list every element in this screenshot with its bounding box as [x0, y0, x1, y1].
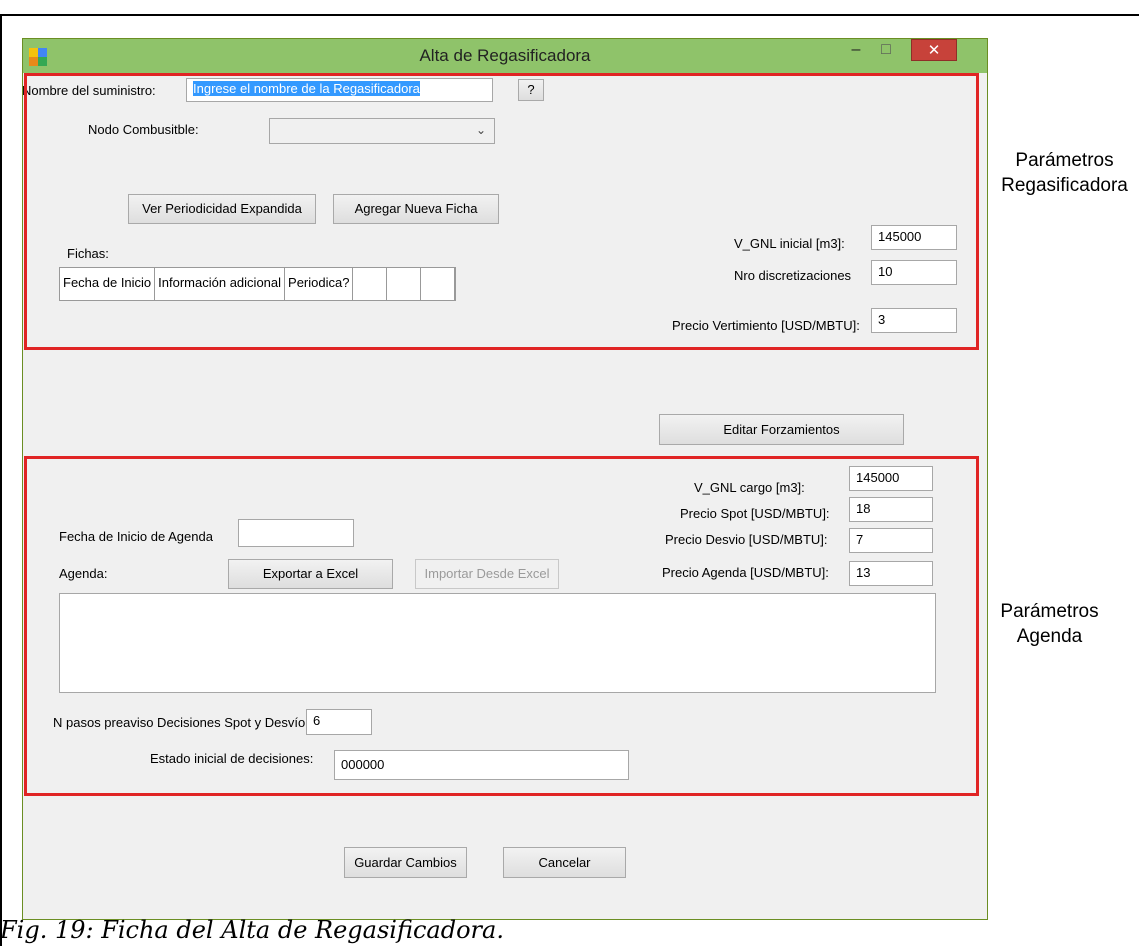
agenda-table[interactable] [59, 593, 936, 693]
figure-caption: Fig. 19: Ficha del Alta de Regasificador… [0, 916, 504, 944]
discretizations-input[interactable]: 10 [871, 260, 957, 285]
notice-steps-input[interactable]: 6 [306, 709, 372, 735]
discretizations-label: Nro discretizaciones [734, 268, 852, 283]
deviation-price-label: Precio Desvio [USD/MBTU]: [665, 532, 828, 547]
spot-price-label: Precio Spot [USD/MBTU]: [680, 506, 830, 521]
save-button[interactable]: Guardar Cambios [344, 847, 467, 878]
dialog-window: Alta de Regasificadora – □ ✕ [22, 38, 988, 920]
v-gnl-cargo-input[interactable]: 145000 [849, 466, 933, 491]
export-excel-button[interactable]: Exportar a Excel [228, 559, 393, 589]
expand-periodicity-button[interactable]: Ver Periodicidad Expandida [128, 194, 316, 224]
deviation-price-input[interactable]: 7 [849, 528, 933, 553]
v-gnl-initial-label: V_GNL inicial [m3]: [734, 236, 845, 251]
column-header[interactable]: Fecha de Inicio [60, 268, 156, 300]
initial-state-input[interactable]: 000000 [334, 750, 629, 780]
minimize-button[interactable]: – [843, 39, 869, 63]
agenda-label: Agenda: [59, 566, 108, 581]
agenda-params-annotation: Parámetros Agenda [975, 599, 1124, 649]
column-header[interactable] [387, 268, 422, 300]
node-label: Nodo Combusitble: [88, 122, 199, 137]
import-excel-button[interactable]: Importar Desde Excel [415, 559, 559, 589]
initial-state-label: Estado inicial de decisiones: [150, 751, 314, 766]
v-gnl-cargo-label: V_GNL cargo [m3]: [694, 480, 805, 495]
annotation-line: Regasificadora [1001, 175, 1128, 196]
regas-params-annotation: Parámetros Regasificadora [990, 148, 1139, 198]
column-header[interactable] [421, 268, 456, 300]
close-button[interactable]: ✕ [911, 39, 957, 61]
edit-forcings-button[interactable]: Editar Forzamientos [659, 414, 904, 445]
annotation-line: Parámetros [1015, 150, 1114, 171]
spill-price-label: Precio Vertimiento [USD/MBTU]: [672, 318, 860, 333]
cancel-button[interactable]: Cancelar [503, 847, 626, 878]
maximize-button[interactable]: □ [873, 39, 899, 63]
agenda-price-label: Precio Agenda [USD/MBTU]: [662, 565, 829, 580]
column-header[interactable] [353, 268, 388, 300]
agenda-price-input[interactable]: 13 [849, 561, 933, 586]
help-button[interactable]: ? [518, 79, 544, 101]
annotation-line: Agenda [1016, 626, 1083, 647]
title-bar[interactable]: Alta de Regasificadora – □ ✕ [23, 39, 987, 73]
cards-label: Fichas: [67, 246, 109, 261]
spill-price-input[interactable]: 3 [871, 308, 957, 333]
column-header[interactable]: Información adicional [155, 268, 286, 300]
chevron-down-icon: ⌄ [475, 123, 486, 137]
agenda-start-date-label: Fecha de Inicio de Agenda [59, 529, 213, 544]
supplier-name-value: Ingrese el nombre de la Regasificadora [193, 81, 420, 96]
agenda-start-date-input[interactable] [238, 519, 354, 547]
supplier-name-input[interactable]: Ingrese el nombre de la Regasificadora [186, 78, 493, 102]
annotation-line: Parámetros [1000, 601, 1099, 622]
column-header[interactable]: Periodica? [285, 268, 354, 300]
notice-steps-label: N pasos preaviso Decisiones Spot y Desví… [53, 715, 309, 730]
cards-table-header[interactable]: Fecha de Inicio Información adicional Pe… [59, 267, 457, 301]
spot-price-input[interactable]: 18 [849, 497, 933, 522]
v-gnl-initial-input[interactable]: 145000 [871, 225, 957, 250]
supplier-name-label: Nombre del suministro: [22, 83, 156, 98]
node-select[interactable]: ⌄ [269, 118, 495, 144]
add-card-button[interactable]: Agregar Nueva Ficha [333, 194, 499, 224]
